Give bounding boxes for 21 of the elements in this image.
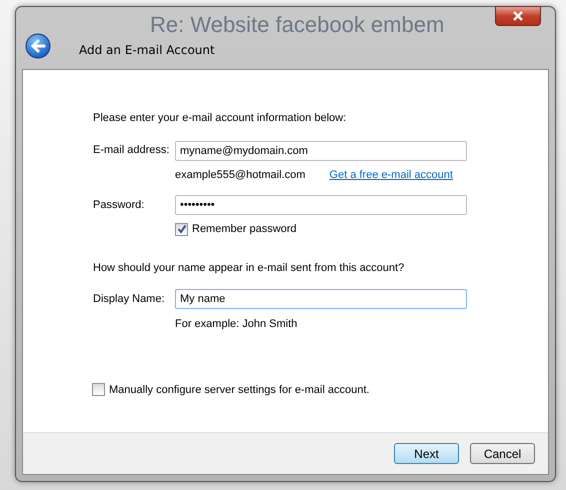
- background-window-title: Re: Website facebook embem: [150, 11, 444, 39]
- field-label: Password:: [93, 198, 146, 213]
- field-label: Display Name:: [93, 292, 166, 307]
- display-name-field[interactable]: My name: [175, 289, 467, 309]
- dialog-button[interactable]: Cancel: [470, 443, 535, 464]
- checkbox[interactable]: [92, 383, 105, 396]
- checkbox-label: Manually configure server settings for e-mail account.: [109, 382, 370, 398]
- checkbox[interactable]: [175, 222, 188, 236]
- example-text: example555@hotmail.com: [175, 168, 306, 182]
- close-icon: [512, 11, 524, 21]
- close-button[interactable]: [495, 6, 541, 26]
- example-text: For example: John Smith: [175, 317, 298, 332]
- field-label: E-mail address:: [93, 143, 170, 158]
- window-title: Add an E-mail Account: [79, 42, 215, 59]
- question-text: How should your name appear in e-mail sent from this account?: [93, 260, 406, 276]
- free-account-link[interactable]: Get a free e-mail account: [329, 166, 453, 183]
- email-field[interactable]: myname@mydomain.com: [175, 140, 467, 160]
- checkbox-label: Remember password: [192, 222, 297, 237]
- dialog-button[interactable]: Next: [394, 443, 459, 464]
- instruction-text: Please enter your e-mail account information below:: [93, 111, 348, 126]
- password-field[interactable]: •••••••••: [175, 195, 467, 215]
